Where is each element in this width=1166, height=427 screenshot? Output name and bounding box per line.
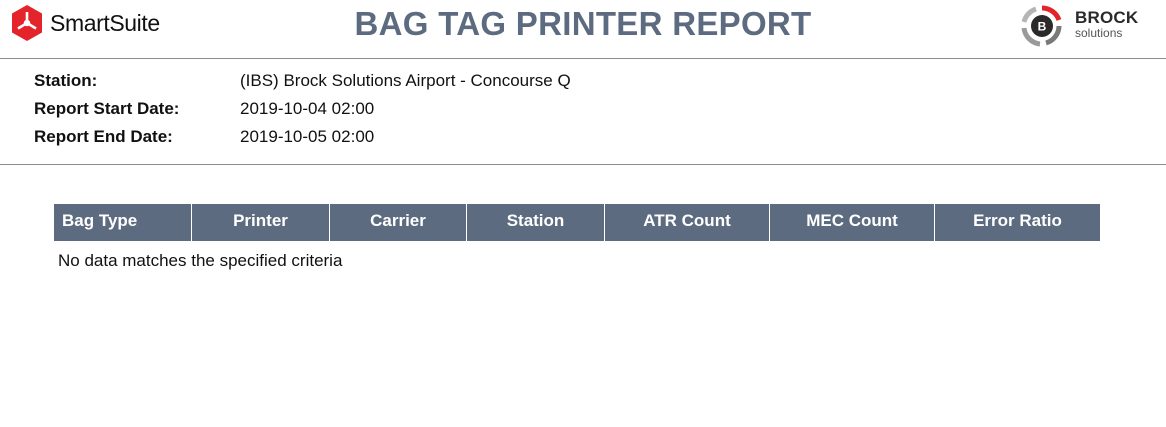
column-header-mec-count: MEC Count bbox=[769, 204, 935, 241]
report-title: BAG TAG PRINTER REPORT bbox=[354, 5, 812, 42]
header-divider bbox=[0, 58, 1166, 59]
start-date-value: 2019-10-04 02:00 bbox=[240, 99, 375, 118]
parameters-divider bbox=[0, 164, 1166, 165]
report-header: SmartSuite BAG TAG PRINTER REPORT B BROC… bbox=[0, 0, 1166, 58]
meta-row-end-date: Report End Date: 2019-10-05 02:00 bbox=[34, 123, 571, 151]
report-table: Bag Type Printer Carrier Station ATR Cou… bbox=[54, 204, 1100, 241]
brock-wordmark-bottom: solutions bbox=[1075, 26, 1123, 40]
brock-badge-letter: B bbox=[1038, 20, 1047, 34]
station-label: Station: bbox=[34, 71, 98, 90]
brock-ring-icon: B bbox=[1021, 5, 1062, 47]
brock-solutions-logo: B BROCK solutions bbox=[1014, 4, 1154, 48]
start-date-label: Report Start Date: bbox=[34, 99, 180, 118]
table-header-row: Bag Type Printer Carrier Station ATR Cou… bbox=[54, 204, 1100, 241]
report-parameters: Station: (IBS) Brock Solutions Airport -… bbox=[34, 67, 571, 151]
column-header-atr-count: ATR Count bbox=[604, 204, 770, 241]
brock-wordmark-top: BROCK bbox=[1075, 8, 1139, 27]
brock-wordmark: BROCK solutions bbox=[1075, 9, 1138, 39]
column-header-carrier: Carrier bbox=[329, 204, 467, 241]
empty-state-message: No data matches the specified criteria bbox=[58, 251, 343, 270]
column-header-station: Station bbox=[466, 204, 605, 241]
meta-row-station: Station: (IBS) Brock Solutions Airport -… bbox=[34, 67, 571, 95]
column-header-bag-type: Bag Type bbox=[54, 204, 192, 241]
column-header-printer: Printer bbox=[191, 204, 330, 241]
column-header-error-ratio: Error Ratio bbox=[934, 204, 1100, 241]
end-date-value: 2019-10-05 02:00 bbox=[240, 127, 375, 146]
station-value: (IBS) Brock Solutions Airport - Concours… bbox=[240, 71, 571, 90]
end-date-label: Report End Date: bbox=[34, 127, 173, 146]
meta-row-start-date: Report Start Date: 2019-10-04 02:00 bbox=[34, 95, 571, 123]
